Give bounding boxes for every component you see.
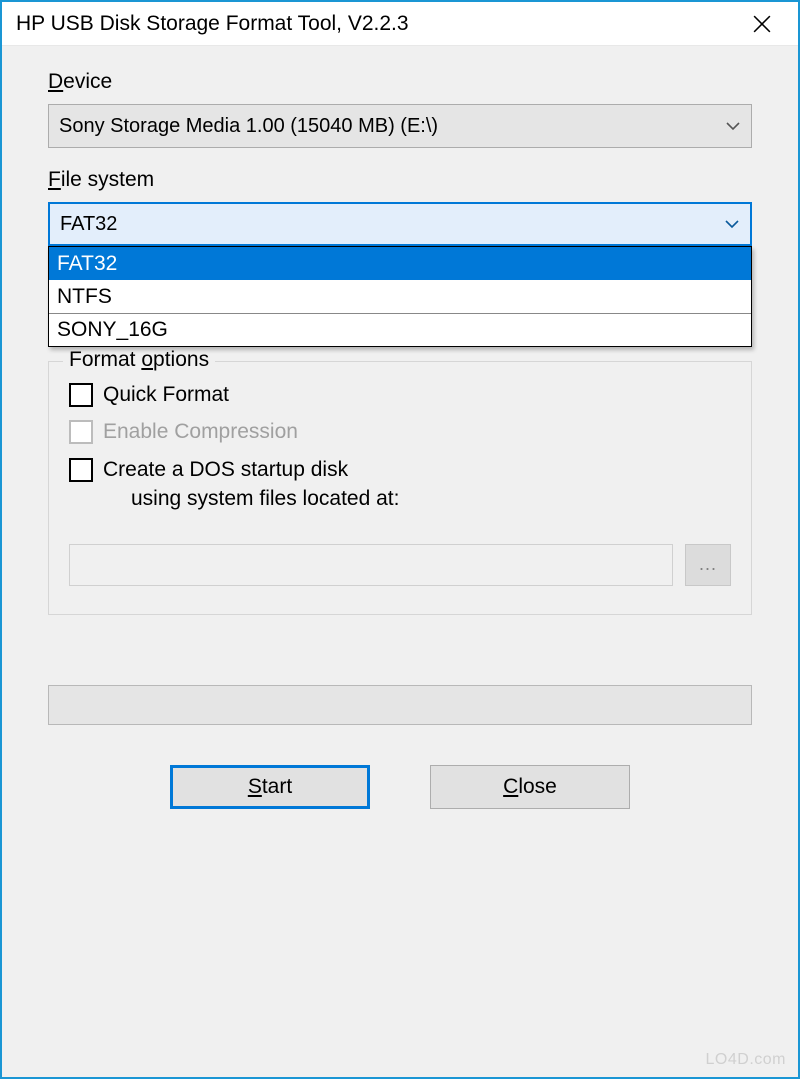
filesystem-option[interactable]: SONY_16G [49,313,751,346]
titlebar: HP USB Disk Storage Format Tool, V2.2.3 [2,2,798,46]
device-combo[interactable]: Sony Storage Media 1.00 (15040 MB) (E:\) [48,104,752,148]
dos-path-input [69,544,673,586]
quick-format-checkbox[interactable] [69,383,93,407]
format-options-legend: Format options [63,348,215,372]
filesystem-selected-text: FAT32 [60,213,724,236]
start-button[interactable]: Start [170,765,370,809]
dos-path-row: ... [69,544,731,586]
format-options-group: Format options Quick Format Enable Compr… [48,361,752,615]
chevron-down-icon [725,118,741,134]
enable-compression-checkbox [69,420,93,444]
quick-format-row[interactable]: Quick Format [69,380,731,409]
progress-bar [48,685,752,725]
dialog-buttons: Start Close [48,765,752,809]
window-title: HP USB Disk Storage Format Tool, V2.2.3 [16,12,734,36]
enable-compression-row: Enable Compression [69,417,731,446]
device-selected-text: Sony Storage Media 1.00 (15040 MB) (E:\) [59,115,725,138]
filesystem-option[interactable]: FAT32 [49,247,751,280]
filesystem-label: File system [48,168,752,192]
chevron-down-icon [724,216,740,232]
dos-startup-row[interactable]: Create a DOS startup disk using system f… [69,455,731,514]
watermark: LO4D.com [706,1051,786,1069]
browse-button: ... [685,544,731,586]
dialog-content: Device Sony Storage Media 1.00 (15040 MB… [2,46,798,1077]
device-label: Device [48,70,752,94]
dialog-window: HP USB Disk Storage Format Tool, V2.2.3 … [0,0,800,1079]
quick-format-label: Quick Format [103,380,229,409]
dos-startup-label: Create a DOS startup disk using system f… [103,455,399,514]
filesystem-dropdown: FAT32 NTFS SONY_16G [48,246,752,347]
close-button[interactable]: Close [430,765,630,809]
close-window-button[interactable] [734,4,790,44]
close-icon [753,15,771,33]
dos-startup-checkbox[interactable] [69,458,93,482]
enable-compression-label: Enable Compression [103,417,298,446]
filesystem-option[interactable]: NTFS [49,280,751,313]
filesystem-combo[interactable]: FAT32 [48,202,752,246]
